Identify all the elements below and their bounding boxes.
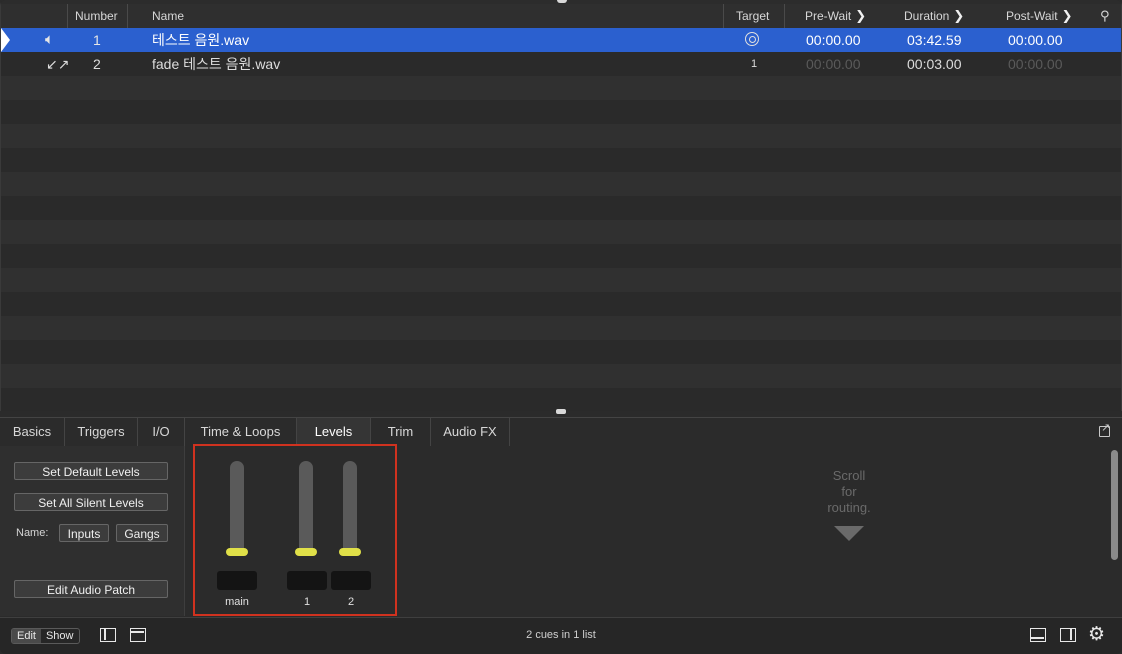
tab-trim[interactable]: Trim — [371, 418, 431, 446]
top-resize-handle[interactable] — [557, 0, 567, 3]
empty-row — [1, 196, 1121, 220]
set-default-levels-button[interactable]: Set Default Levels — [14, 462, 168, 480]
toggle-lists-panel-icon[interactable] — [1060, 628, 1076, 642]
inspector-tabs: Basics Triggers I/O Time & Loops Levels … — [0, 417, 1122, 447]
column-separator[interactable] — [127, 4, 128, 28]
popout-icon[interactable] — [1099, 421, 1110, 437]
empty-row — [1, 316, 1121, 340]
qlab-window: Number Name Target Pre-Wait ❯ Duration ❯ P… — [0, 0, 1122, 654]
pin-icon[interactable]: ⚲ — [1100, 4, 1110, 28]
tab-levels[interactable]: Levels — [297, 418, 371, 446]
name-inputs-button[interactable]: Inputs — [59, 524, 109, 542]
cue-list: Number Name Target Pre-Wait ❯ Duration ❯ P… — [0, 0, 1122, 411]
header-prewait-label: Pre-Wait — [805, 9, 852, 23]
name-label: Name: — [16, 527, 49, 539]
fader-label-2: 2 — [347, 596, 355, 608]
cue-prewait[interactable]: 00:00.00 — [806, 28, 861, 52]
empty-row — [1, 148, 1121, 172]
cue-list-header: Number Name Target Pre-Wait ❯ Duration ❯ P… — [1, 4, 1121, 29]
fader-knob-1[interactable] — [295, 548, 317, 556]
level-field-main[interactable] — [217, 571, 257, 590]
header-target[interactable]: Target — [736, 4, 769, 28]
empty-row — [1, 292, 1121, 316]
empty-row — [1, 76, 1121, 100]
fader-track-2[interactable] — [343, 461, 357, 555]
scroll-for-routing-hint: Scroll for routing. — [822, 468, 876, 516]
header-prewait[interactable]: Pre-Wait ❯ — [805, 4, 866, 28]
status-bar: Edit Show 2 cues in 1 list ⚙ — [0, 617, 1122, 654]
empty-row — [1, 220, 1121, 244]
column-separator[interactable] — [723, 4, 724, 28]
column-separator[interactable] — [67, 4, 68, 28]
fader-knob-2[interactable] — [339, 548, 361, 556]
cue-postwait[interactable]: 00:00.00 — [1008, 28, 1063, 52]
column-separator[interactable] — [784, 4, 785, 28]
levels-panel: Set Default Levels Set All Silent Levels… — [0, 446, 1122, 616]
fader-label-main: main — [225, 596, 249, 608]
tab-basics[interactable]: Basics — [0, 418, 65, 446]
empty-row — [1, 340, 1121, 364]
toggle-inspector-icon[interactable] — [1030, 628, 1046, 642]
tab-time-loops[interactable]: Time & Loops — [185, 418, 297, 446]
header-postwait[interactable]: Post-Wait ❯ — [1006, 4, 1072, 28]
header-duration-label: Duration — [904, 9, 950, 23]
scroll-hint-line: for — [841, 484, 857, 499]
name-gangs-button[interactable]: Gangs — [116, 524, 168, 542]
fade-icon: ↙↗ — [46, 56, 70, 72]
cue-name[interactable]: 테스트 음원.wav — [152, 28, 249, 52]
empty-row — [1, 388, 1121, 411]
edit-audio-patch-button[interactable]: Edit Audio Patch — [14, 580, 168, 598]
set-all-silent-levels-button[interactable]: Set All Silent Levels — [14, 493, 168, 511]
cue-prewait[interactable]: 00:00.00 — [806, 52, 861, 76]
down-arrow-icon — [834, 526, 864, 541]
vertical-scrollbar[interactable] — [1111, 450, 1118, 560]
cue-row[interactable]: ↙↗ 2 fade 테스트 음원.wav 1 00:00.00 00:03.00… — [1, 52, 1121, 76]
cue-duration[interactable]: 03:42.59 — [907, 28, 962, 52]
target-none-icon[interactable] — [745, 32, 759, 46]
level-faders — [185, 446, 1122, 616]
levels-controls: Set Default Levels Set All Silent Levels… — [0, 446, 185, 616]
chevron-right-icon: ❯ — [855, 8, 867, 23]
fader-knob-main[interactable] — [226, 548, 248, 556]
fader-track-main[interactable] — [230, 461, 244, 555]
cue-row[interactable]: 🔈︎ 1 테스트 음원.wav 00:00.00 03:42.59 00:00.… — [1, 28, 1121, 52]
chevron-right-icon: ❯ — [953, 8, 965, 23]
header-duration[interactable]: Duration ❯ — [904, 4, 964, 28]
cue-number[interactable]: 2 — [93, 52, 101, 76]
fader-track-1[interactable] — [299, 461, 313, 555]
tab-audio-fx[interactable]: Audio FX — [431, 418, 510, 446]
level-field-1[interactable] — [287, 571, 327, 590]
empty-row — [1, 364, 1121, 388]
cue-postwait[interactable]: 00:00.00 — [1008, 52, 1063, 76]
chevron-right-icon: ❯ — [1061, 8, 1073, 23]
empty-row — [1, 244, 1121, 268]
fader-label-1: 1 — [303, 596, 311, 608]
header-name[interactable]: Name — [152, 4, 184, 28]
empty-row — [1, 124, 1121, 148]
empty-row — [1, 100, 1121, 124]
cue-name[interactable]: fade 테스트 음원.wav — [152, 52, 280, 76]
header-number[interactable]: Number — [75, 4, 118, 28]
gear-icon[interactable]: ⚙ — [1088, 624, 1105, 646]
scroll-hint-line: Scroll — [832, 468, 866, 483]
cue-target[interactable]: 1 — [751, 52, 757, 76]
header-postwait-label: Post-Wait — [1006, 9, 1058, 23]
empty-row — [1, 172, 1121, 196]
empty-row — [1, 268, 1121, 292]
playhead-indicator-icon — [1, 28, 10, 52]
tab-io[interactable]: I/O — [138, 418, 185, 446]
cue-number[interactable]: 1 — [93, 28, 101, 52]
cue-count-status: 2 cues in 1 list — [526, 629, 596, 641]
cue-rows: 🔈︎ 1 테스트 음원.wav 00:00.00 03:42.59 00:00.… — [1, 28, 1121, 411]
level-field-2[interactable] — [331, 571, 371, 590]
speaker-icon: 🔈︎ — [45, 31, 55, 48]
split-resize-handle[interactable] — [556, 409, 566, 414]
tab-triggers[interactable]: Triggers — [65, 418, 138, 446]
cue-duration[interactable]: 00:03.00 — [907, 52, 962, 76]
scroll-hint-line: routing. — [827, 500, 871, 515]
